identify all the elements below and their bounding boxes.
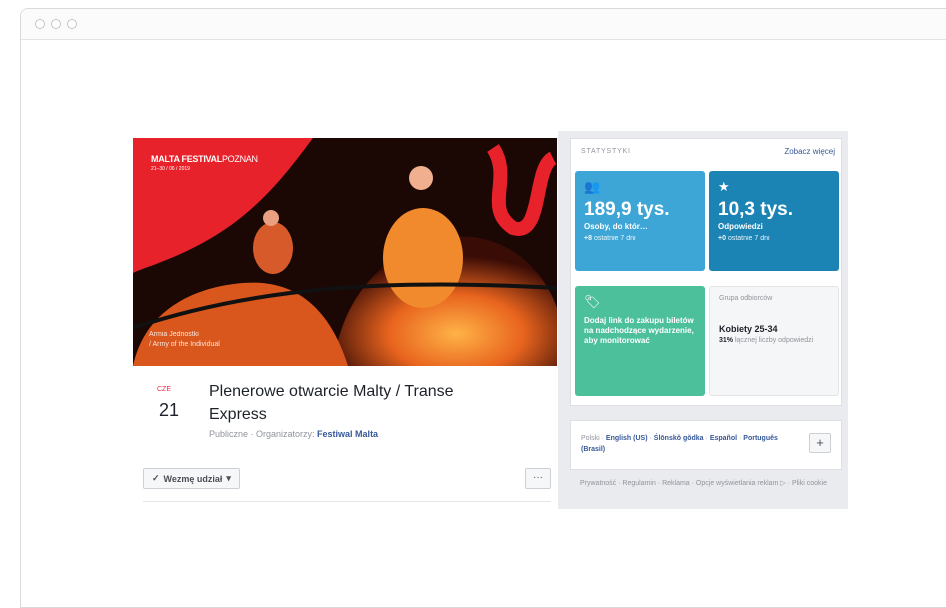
audience-segment: Kobiety 25-34 xyxy=(719,324,778,334)
audience-head: Grupa odbiorców xyxy=(719,295,773,302)
more-options-button[interactable]: ··· xyxy=(525,468,551,489)
reach-label: Osoby, do któr… xyxy=(584,222,648,231)
event-title: Plenerowe otwarcie Malty / Transe Expres… xyxy=(209,383,454,423)
add-language-button[interactable]: + xyxy=(809,433,831,453)
reach-value: 189,9 tys. xyxy=(584,199,670,220)
people-icon: 👥 xyxy=(584,179,601,194)
attend-button[interactable]: ✓ Wezmę udział ▾ xyxy=(143,468,240,489)
event-cover-image: MALTA FESTIVALPOZNAN 21–30 / 06 / 2019 A… xyxy=(133,138,557,366)
language-list: Polski · English (US) · Ślōnskŏ gŏdka · … xyxy=(581,435,778,453)
event-page-screenshot: MALTA FESTIVALPOZNAN 21–30 / 06 / 2019 A… xyxy=(128,131,848,509)
reach-delta: +8 ostatnie 7 dni xyxy=(584,235,636,242)
audience-percent: 31% łącznej liczby odpowiedzi xyxy=(719,337,814,344)
close-dot-icon[interactable] xyxy=(35,19,45,29)
reach-tile[interactable]: 👥 189,9 tys. Osoby, do któr… +8 ostatnie… xyxy=(575,171,705,271)
browser-window: MALTA FESTIVALPOZNAN 21–30 / 06 / 2019 A… xyxy=(20,8,946,608)
minimize-dot-icon[interactable] xyxy=(51,19,61,29)
ticket-cta-text: Dodaj link do zakupu biletów na nadchodz… xyxy=(584,316,694,345)
responses-value: 10,3 tys. xyxy=(718,199,793,220)
see-more-link[interactable]: Zobacz więcej xyxy=(784,147,835,156)
date-month: CZE xyxy=(157,386,171,393)
responses-label: Odpowiedzi xyxy=(718,222,763,231)
star-icon: ★ xyxy=(718,179,730,194)
cover-caption: Armia Jednostki / Army of the Individual xyxy=(149,331,220,348)
language-option[interactable]: English (US) xyxy=(606,435,648,442)
audience-tile[interactable]: Grupa odbiorców Kobiety 25-34 31% łączne… xyxy=(709,286,839,396)
language-current: Polski xyxy=(581,435,600,442)
divider xyxy=(143,501,551,502)
language-card: Polski · English (US) · Ślōnskŏ gŏdka · … xyxy=(570,420,842,470)
responses-tile[interactable]: ★ 10,3 tys. Odpowiedzi +0 ostatnie 7 dni xyxy=(709,171,839,271)
footer-links[interactable]: Prywatność · Regulamin · Reklama · Opcje… xyxy=(580,478,830,489)
chevron-down-icon: ▾ xyxy=(226,473,231,483)
event-actions: ✓ Wezmę udział ▾ ··· xyxy=(133,466,557,509)
stats-header: STATYSTYKI xyxy=(581,148,631,155)
responses-delta: +0 ostatnie 7 dni xyxy=(718,235,770,242)
maximize-dot-icon[interactable] xyxy=(67,19,77,29)
festival-logo: MALTA FESTIVALPOZNAN xyxy=(151,154,258,164)
event-meta: Publiczne · Organizatorzy: Festiwal Malt… xyxy=(209,429,379,439)
event-column: MALTA FESTIVALPOZNAN 21–30 / 06 / 2019 A… xyxy=(128,131,558,509)
check-icon: ✓ xyxy=(152,473,160,483)
ticket-icon: 🏷 xyxy=(584,294,601,309)
organizer-link[interactable]: Festiwal Malta xyxy=(317,429,378,439)
title-bar xyxy=(21,9,946,40)
language-option[interactable]: Español xyxy=(710,435,737,442)
language-option[interactable]: Ślōnskŏ gŏdka xyxy=(654,435,704,442)
stats-card: STATYSTYKI Zobacz więcej 👥 189,9 tys. Os… xyxy=(570,138,842,406)
ticket-link-tile[interactable]: 🏷 Dodaj link do zakupu biletów na nadcho… xyxy=(575,286,705,396)
date-day: 21 xyxy=(159,400,180,420)
event-info: CZE 21 Plenerowe otwarcie Malty / Transe… xyxy=(133,366,557,461)
festival-dates: 21–30 / 06 / 2019 xyxy=(151,166,190,172)
